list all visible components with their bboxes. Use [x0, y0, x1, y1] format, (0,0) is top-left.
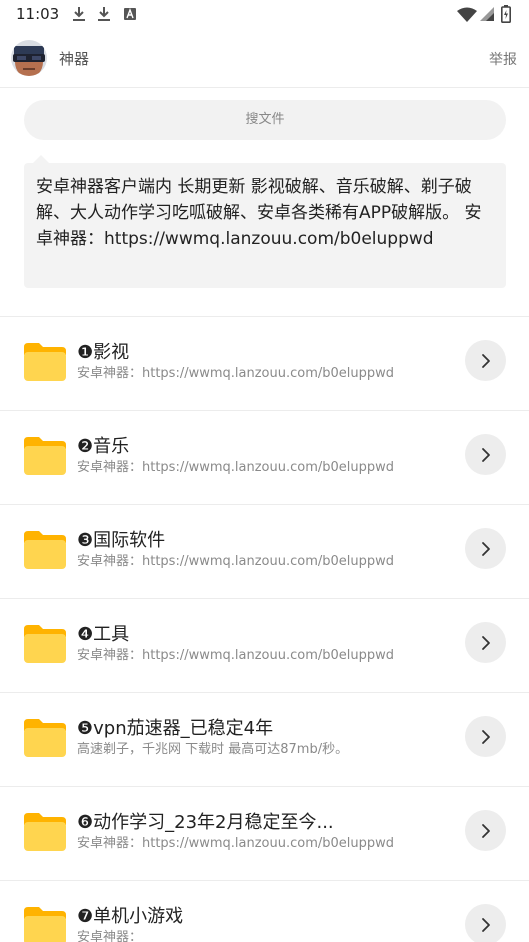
- folder-title: ❹工具: [77, 624, 130, 645]
- folder-subtitle: 安卓神器：https://wwmq.lanzouu.com/b0eluppwd: [77, 836, 395, 851]
- description-text: 安卓神器客户端内 长期更新 影视破解、音乐破解、剃子破解、大人动作学习吃呱破解、…: [24, 163, 506, 288]
- folder-icon: [24, 437, 66, 475]
- download-icon: [73, 7, 85, 21]
- folder-icon: [24, 907, 66, 942]
- status-bar: 11:03: [0, 0, 529, 30]
- avatar[interactable]: [11, 40, 47, 76]
- wifi-icon: [457, 7, 477, 22]
- chevron-right-icon[interactable]: [465, 904, 506, 942]
- folder-icon: [24, 343, 66, 381]
- folder-icon: [24, 531, 66, 569]
- chevron-right-icon[interactable]: [465, 622, 506, 663]
- download-icon: [98, 7, 110, 21]
- chevron-right-icon[interactable]: [465, 810, 506, 851]
- folder-title: ❼单机小游戏: [77, 906, 184, 927]
- folder-row[interactable]: ❸国际软件安卓神器：https://wwmq.lanzouu.com/b0elu…: [0, 505, 529, 599]
- status-time: 11:03: [16, 5, 60, 23]
- battery-icon: [501, 5, 511, 23]
- folder-title: ❸国际软件: [77, 530, 166, 551]
- folder-subtitle: 安卓神器：https://wwmq.lanzouu.com/b0eluppwd: [77, 460, 395, 475]
- folder-row[interactable]: ❶影视安卓神器：https://wwmq.lanzouu.com/b0elupp…: [0, 317, 529, 411]
- folder-subtitle: 安卓神器：https://wwmq.lanzouu.com/b0eluppwd: [77, 366, 395, 381]
- description-pointer: [33, 155, 49, 163]
- page-title: 神器: [59, 50, 90, 68]
- header: 神器 举报: [0, 30, 529, 88]
- folder-row[interactable]: ❼单机小游戏安卓神器：: [0, 881, 529, 942]
- folder-list: ❶影视安卓神器：https://wwmq.lanzouu.com/b0elupp…: [0, 317, 529, 942]
- folder-subtitle: 安卓神器：: [77, 930, 143, 942]
- folder-row[interactable]: ❻动作学习_23年2月稳定至今... 安卓神器：https://wwmq.lanz…: [0, 787, 529, 881]
- avatar-image: [11, 40, 47, 76]
- folder-row[interactable]: ❷音乐安卓神器：https://wwmq.lanzouu.com/b0elupp…: [0, 411, 529, 505]
- chevron-right-icon[interactable]: [465, 434, 506, 475]
- chevron-right-icon[interactable]: [465, 716, 506, 757]
- folder-icon: [24, 719, 66, 757]
- folder-title: ❻动作学习_23年2月稳定至今...: [77, 812, 334, 833]
- folder-icon: [24, 625, 66, 663]
- folder-subtitle: 安卓神器：https://wwmq.lanzouu.com/b0eluppwd: [77, 554, 395, 569]
- folder-title: ❺vpn茄速器_已稳定4年: [77, 718, 274, 739]
- folder-icon: [24, 813, 66, 851]
- folder-subtitle: 高速剃子，千兆网 下载时 最高可达87mb/秒。: [77, 742, 349, 757]
- folder-title: ❶影视: [77, 342, 130, 363]
- report-button[interactable]: 举报: [489, 49, 517, 69]
- folder-row[interactable]: ❹工具安卓神器：https://wwmq.lanzouu.com/b0elupp…: [0, 599, 529, 693]
- folder-row[interactable]: ❺vpn茄速器_已稳定4年高速剃子，千兆网 下载时 最高可达87mb/秒。: [0, 693, 529, 787]
- search-input[interactable]: 搜文件: [24, 100, 506, 140]
- folder-title: ❷音乐: [77, 436, 130, 457]
- chevron-right-icon[interactable]: [465, 528, 506, 569]
- notification-a-icon: [124, 8, 136, 20]
- folder-subtitle: 安卓神器：https://wwmq.lanzouu.com/b0eluppwd: [77, 648, 395, 663]
- chevron-right-icon[interactable]: [465, 340, 506, 381]
- signal-icon: [480, 7, 494, 21]
